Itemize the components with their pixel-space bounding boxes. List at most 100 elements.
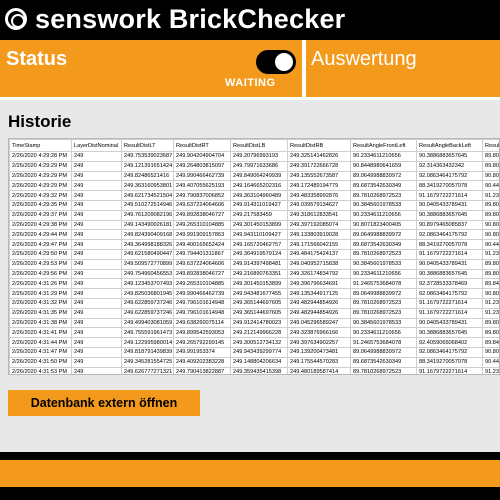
- table-cell: 90.8098: [482, 346, 499, 358]
- table-cell: 249.265792299145: [173, 337, 231, 348]
- table-cell: 91.1679722271614: [416, 190, 483, 201]
- table-row[interactable]: 2/26/2020 4:29:32 PM 249 249.621734521504 2…: [9, 190, 499, 201]
- table-row[interactable]: 2/26/2020 4:29:28 PM 249 249.753539023687 2…: [9, 151, 499, 162]
- table-cell: 249.20796993193: [230, 151, 288, 162]
- table-cell: 91.2307: [482, 307, 499, 319]
- table-cell: 249.396796634691: [287, 278, 351, 290]
- table-cell: 90.8098: [482, 288, 499, 299]
- table-row[interactable]: 2/26/2020 4:29:35 PM 249 249.510272514946 2…: [9, 199, 499, 211]
- column-header[interactable]: ResultDistLT: [121, 139, 174, 152]
- table-cell: 249.325141462826: [287, 151, 351, 162]
- table-cell: 249.045296589247: [287, 317, 351, 329]
- table-row[interactable]: 2/26/2020 4:31:53 PM 249 249.626777271321 2…: [9, 366, 499, 374]
- table-cell: 249.365144697605: [230, 307, 288, 319]
- historie-title: Historie: [8, 112, 72, 131]
- table-cell: 249.135552673587: [287, 170, 351, 182]
- table-cell: 249: [71, 248, 122, 260]
- table-cell: 249: [71, 327, 122, 339]
- table-cell: 89.8098: [482, 151, 499, 162]
- table-cell: 249.323876966166: [287, 327, 351, 339]
- column-header[interactable]: ResultDistRB: [287, 139, 351, 152]
- table-cell: 249.818791439839: [121, 346, 174, 358]
- table-row[interactable]: 2/26/2020 4:29:37 PM 249 249.761209082196 2…: [9, 209, 499, 221]
- table-cell: 249.621734521504: [121, 190, 174, 201]
- table-cell: 249.300512734132: [230, 337, 288, 348]
- table-cell: 92.314363432342: [416, 160, 483, 172]
- table-cell: 91.2307: [482, 248, 499, 260]
- table-cell: 91.2465753684078: [350, 337, 417, 348]
- table-row[interactable]: 2/26/2020 4:31:29 PM 249 249.825036801945 2…: [9, 288, 499, 299]
- table-row[interactable]: 2/26/2020 4:31:41 PM 249 249.755591961473 2…: [9, 327, 499, 339]
- table-row[interactable]: 2/26/2020 4:31:50 PM 249 249.345281554725 2…: [9, 356, 499, 368]
- table-cell: 249.638260075114: [173, 317, 231, 329]
- table-cell: 2/26/2020 4:31:35 PM: [9, 307, 72, 319]
- table-cell: 89.6873542630349: [350, 356, 417, 368]
- table-cell: 91.2465753684078: [350, 278, 417, 290]
- table-cell: 249.165720462757: [230, 239, 288, 250]
- table-cell: 90.2334611210656: [350, 268, 417, 280]
- table-cell: 90.8448980641659: [350, 160, 417, 172]
- table-cell: 89.7810268972523: [350, 366, 417, 374]
- table-row[interactable]: 2/26/2020 4:29:50 PM 249 249.621580490447 2…: [9, 248, 499, 260]
- table-cell: 249: [71, 356, 122, 368]
- table-cell: 90.8098: [482, 219, 499, 231]
- table-cell: 249.79971633686: [230, 160, 288, 172]
- table-cell: 249.359435415398: [230, 366, 288, 374]
- table-cell: 90.2334611210656: [350, 327, 417, 339]
- table-row[interactable]: 2/26/2020 4:29:29 PM 249 249.363160953801 2…: [9, 180, 499, 192]
- table-row[interactable]: 2/26/2020 4:29:38 PM 249 249.143490026181 2…: [9, 219, 499, 231]
- history-table-container[interactable]: TimeStamp LayerDistNominal ResultDistLT Res…: [8, 138, 500, 375]
- table-cell: 249.914397498481: [230, 258, 288, 270]
- table-cell: 249.135344917125: [287, 288, 351, 299]
- table-row[interactable]: 2/26/2020 4:29:29 PM 249 249.121391651424 2…: [9, 160, 499, 172]
- table-cell: 89.7810268972523: [350, 307, 417, 319]
- table-cell: 249.363160953801: [121, 180, 174, 192]
- table-row[interactable]: 2/26/2020 4:31:47 PM 249 249.818791439839 2…: [9, 346, 499, 358]
- status-toggle[interactable]: [256, 50, 296, 74]
- table-cell: 249.364998188326: [121, 239, 174, 250]
- status-label: Status: [6, 48, 68, 70]
- table-cell: 91.1679722271614: [416, 297, 483, 309]
- table-cell: 90.4462: [482, 356, 499, 368]
- column-header[interactable]: TimeStamp: [9, 139, 72, 152]
- table-cell: 89.7810268972523: [350, 248, 417, 260]
- table-cell: 249: [71, 219, 122, 231]
- table-row[interactable]: 2/26/2020 4:31:35 PM 249 249.622859737246 2…: [9, 307, 499, 319]
- table-cell: 249.912414780023: [230, 317, 288, 329]
- table-row[interactable]: 2/26/2020 4:31:32 PM 249 249.622859737246 2…: [9, 297, 499, 309]
- table-row[interactable]: 2/26/2020 4:29:53 PM 249 249.509572770899 2…: [9, 258, 499, 270]
- table-cell: 249: [71, 170, 122, 182]
- table-row[interactable]: 2/26/2020 4:29:44 PM 249 249.824390409168 2…: [9, 229, 499, 241]
- open-database-button[interactable]: Datenbank extern öffnen: [8, 390, 200, 416]
- status-divider: [302, 40, 306, 97]
- table-cell: 2/26/2020 4:31:38 PM: [9, 317, 72, 329]
- table-cell: 249.484175424137: [287, 248, 351, 260]
- table-row[interactable]: 2/26/2020 4:31:26 PM 249 249.123453707493 2…: [9, 278, 499, 290]
- table-row[interactable]: 2/26/2020 4:29:47 PM 249 249.364998188326 2…: [9, 239, 499, 250]
- table-cell: 89.8058: [482, 199, 499, 211]
- column-header[interactable]: ResultDistRT: [173, 139, 231, 152]
- column-header[interactable]: LayerDistNominal: [71, 139, 122, 152]
- column-header[interactable]: ResultA: [482, 139, 499, 152]
- table-cell: 89.8058: [482, 317, 499, 329]
- table-row[interactable]: 2/26/2020 4:31:44 PM 249 249.122995980014 2…: [9, 337, 499, 348]
- column-header[interactable]: ResultDistLB: [230, 139, 288, 152]
- table-cell: 2/26/2020 4:31:29 PM: [9, 288, 72, 299]
- table-row[interactable]: 2/26/2020 4:29:56 PM 249 249.754960456553 2…: [9, 268, 499, 280]
- table-row[interactable]: 2/26/2020 4:29:29 PM 249 249.82486521416 24…: [9, 170, 499, 182]
- table-cell: 2/26/2020 4:29:47 PM: [9, 239, 72, 250]
- table-row[interactable]: 2/26/2020 4:31:38 PM 249 249.499403081059 2…: [9, 317, 499, 329]
- table-cell: 249.991909157863: [173, 229, 231, 241]
- table-cell: 249.510272514946: [121, 199, 174, 211]
- auswertung-tab[interactable]: Auswertung: [311, 48, 417, 71]
- table-cell: 91.1679722271614: [416, 366, 483, 374]
- column-header[interactable]: ResultAngleFrontLeft: [350, 139, 417, 152]
- table-cell: 249.364919579124: [230, 248, 288, 260]
- table-cell: 88.3419270057078: [416, 239, 483, 250]
- table-cell: 90.3886883657645: [416, 327, 483, 339]
- table-cell: 249: [71, 366, 122, 374]
- table-cell: 249.849064249939: [230, 170, 288, 182]
- table-cell: 2/26/2020 4:29:44 PM: [9, 229, 72, 241]
- table-cell: 249.397192085074: [287, 219, 351, 231]
- column-header[interactable]: ResultAngleBackLeft: [416, 139, 483, 152]
